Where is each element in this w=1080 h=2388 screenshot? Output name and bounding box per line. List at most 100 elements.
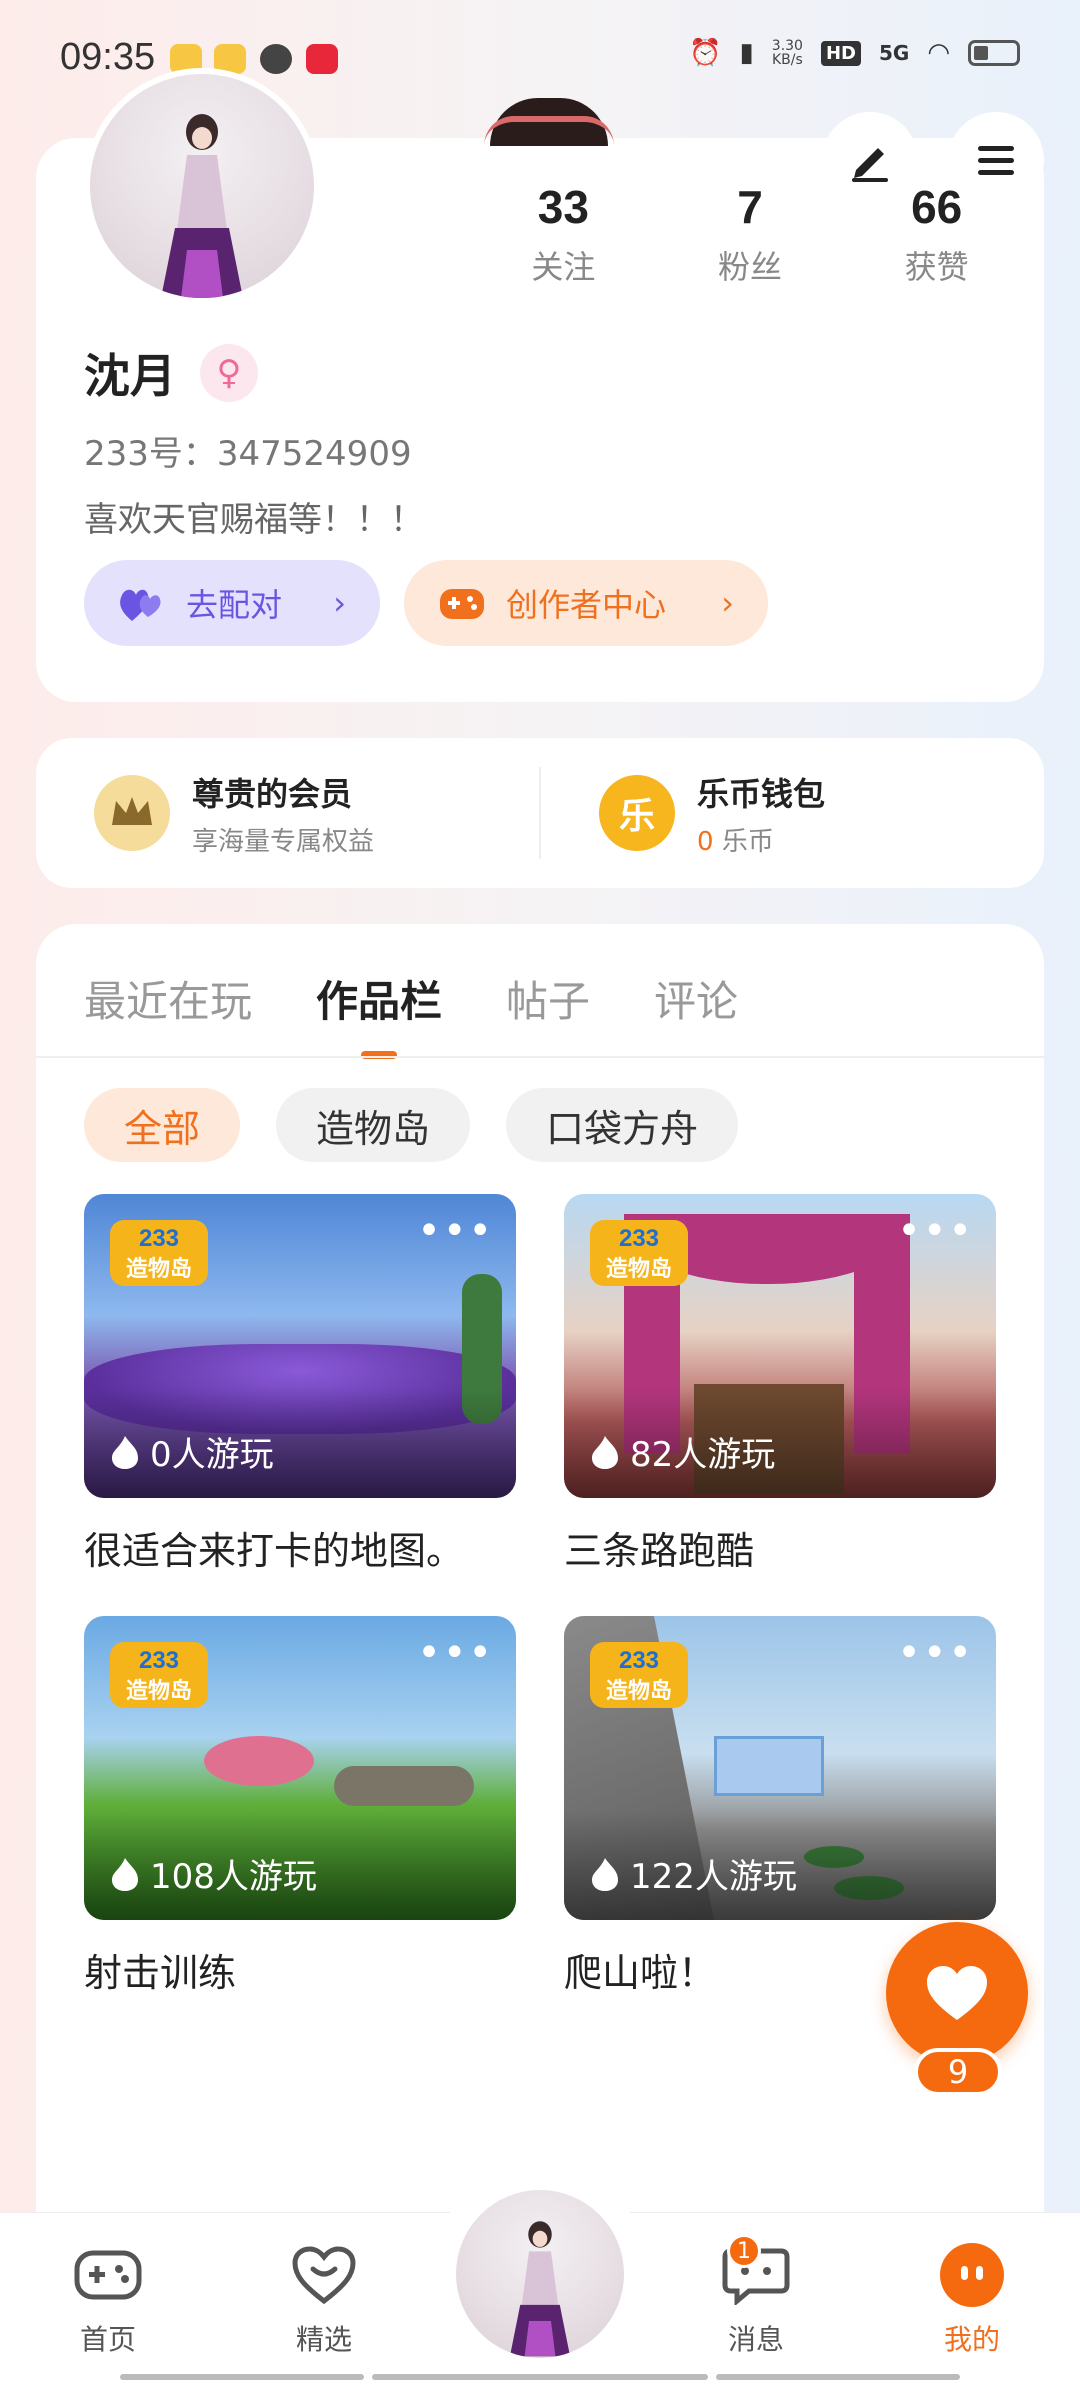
nav-avatar[interactable] [456,2190,624,2358]
bio: 喜欢天官赐福等！！！ [84,500,424,540]
tab-comments[interactable]: 评论 [654,968,738,1029]
filter-creation-island[interactable]: 造物岛 [276,1088,471,1162]
creator-center-button[interactable]: 创作者中心 › [404,560,768,646]
logo-text: 233 [139,1225,179,1252]
tab-works[interactable]: 作品栏 [316,968,442,1029]
chat-icon: 1 [721,2234,791,2310]
flame-icon [592,1857,618,1891]
username-row: 沈月 ♀ [84,340,258,406]
vip-entry[interactable]: 尊贵的会员 享海量专属权益 [36,738,539,888]
wallet-entry[interactable]: 乐 乐币钱包 0 乐币 [541,738,1044,888]
creation-island-logo: 233 造物岛 [590,1640,688,1710]
profile-stats: 33 关注 7 粉丝 66 获赞 [470,180,1030,288]
gesture-bar[interactable] [372,2374,708,2380]
chevron-right-icon: › [721,584,734,622]
tab-divider [36,1056,1044,1058]
work-thumbnail: 233 造物岛 ••• 108人游玩 [84,1616,516,1920]
status-time: 09:35 [60,36,156,78]
creator-label: 创作者中心 [506,586,667,624]
filter-pocket-ark[interactable]: 口袋方舟 [506,1088,739,1162]
heart-icon [927,1966,987,2020]
gamepad-icon [440,589,484,619]
gesture-bar[interactable] [716,2374,960,2380]
creation-island-logo: 233 造物岛 [110,1640,208,1710]
nav-mine[interactable]: 我的 [902,2240,1042,2358]
status-icons: ⏰ ▮ 3.30 KB/s HD 5G ◠ [689,38,1020,68]
work-card[interactable]: 233 造物岛 ••• 82人游玩 三条路跑酷 [564,1194,996,1616]
flame-icon [112,1435,138,1469]
filter-chips: 全部 造物岛 口袋方舟 [84,1088,739,1162]
play-count-text: 82人游玩 [630,1435,776,1475]
nav-home-label: 首页 [79,2323,136,2356]
nav-mine-label: 我的 [943,2323,1000,2356]
match-button[interactable]: 去配对 › [84,560,380,646]
filter-all[interactable]: 全部 [84,1088,241,1162]
battery-icon [968,40,1020,66]
work-card[interactable]: 233 造物岛 ••• 0人游玩 很适合来打卡的地图。 [84,1194,516,1616]
avatar-figure [509,2221,571,2357]
work-title: 很适合来打卡的地图。 [84,1529,465,1573]
nav-featured[interactable]: 精选 [254,2240,394,2358]
stat-followers[interactable]: 7 粉丝 [657,180,844,288]
username: 沈月 [84,349,176,403]
match-label: 去配对 [186,586,283,624]
flame-icon [112,1857,138,1891]
app-notification-icon [260,44,292,74]
work-thumbnail: 233 造物岛 ••• 82人游玩 [564,1194,996,1498]
more-options-icon[interactable]: ••• [897,1208,974,1254]
nav-messages[interactable]: 1 消息 [686,2234,826,2358]
work-card[interactable]: 233 造物岛 ••• 108人游玩 射击训练 [84,1616,516,2038]
more-options-icon[interactable]: ••• [897,1630,974,1676]
more-options-icon[interactable]: ••• [417,1208,494,1254]
app-notification-icon [306,44,338,74]
wallet-unit: 乐币 [721,826,774,857]
logo-text: 造物岛 [606,1256,672,1282]
user-id: 233号：347524909 [84,434,412,474]
gesture-bar[interactable] [120,2374,364,2380]
works-grid: 233 造物岛 ••• 0人游玩 很适合来打卡的地图。 233 造物岛 ••• … [84,1194,1000,2038]
profile-tabs: 最近在玩 作品栏 帖子 评论 [84,968,738,1029]
stat-likes[interactable]: 66 获赞 [843,180,1030,288]
stat-value: 7 [737,181,763,233]
nav-messages-label: 消息 [727,2323,784,2356]
coin-glyph: 乐 [618,796,655,837]
wallet-title: 乐币钱包 [697,774,826,813]
avatar[interactable] [84,68,320,304]
chevron-right-icon: › [333,584,346,622]
edit-icon [852,148,888,182]
logo-text: 233 [139,1647,179,1674]
tab-posts[interactable]: 帖子 [506,968,590,1029]
logo-text: 233 [619,1225,659,1252]
tab-recent[interactable]: 最近在玩 [84,968,252,1029]
play-count-text: 0人游玩 [150,1435,274,1475]
like-button[interactable] [886,1922,1028,2064]
play-count-text: 108人游玩 [150,1857,317,1897]
wallet-balance: 0 乐币 [697,821,825,858]
play-count: 108人游玩 [110,1849,317,1898]
work-thumbnail: 233 造物岛 ••• 122人游玩 [564,1616,996,1920]
stat-value: 66 [911,181,963,233]
logo-text: 造物岛 [606,1678,672,1704]
vibrate-icon: ▮ [739,38,754,68]
flame-icon [592,1435,618,1469]
logo-text: 造物岛 [126,1256,192,1282]
like-count: 9 [914,2048,1002,2096]
play-count: 0人游玩 [110,1427,274,1476]
work-thumbnail: 233 造物岛 ••• 0人游玩 [84,1194,516,1498]
network-speed: 3.30 KB/s [771,38,803,68]
play-count: 82人游玩 [590,1427,775,1476]
nav-home[interactable]: 首页 [38,2240,178,2358]
signal-icon: 5G [878,41,910,65]
menu-icon [978,146,1014,175]
vip-title: 尊贵的会员 [192,774,353,813]
stat-value: 33 [537,181,589,233]
crown-icon [94,775,170,851]
more-options-icon[interactable]: ••• [417,1630,494,1676]
vip-subtitle: 享海量专属权益 [192,826,375,857]
stat-label: 关注 [531,248,596,286]
play-count-text: 122人游玩 [630,1857,797,1897]
wifi-icon: ◠ [927,38,950,68]
work-title: 射击训练 [84,1951,237,1995]
stat-following[interactable]: 33 关注 [470,180,657,288]
alarm-icon: ⏰ [689,38,722,68]
